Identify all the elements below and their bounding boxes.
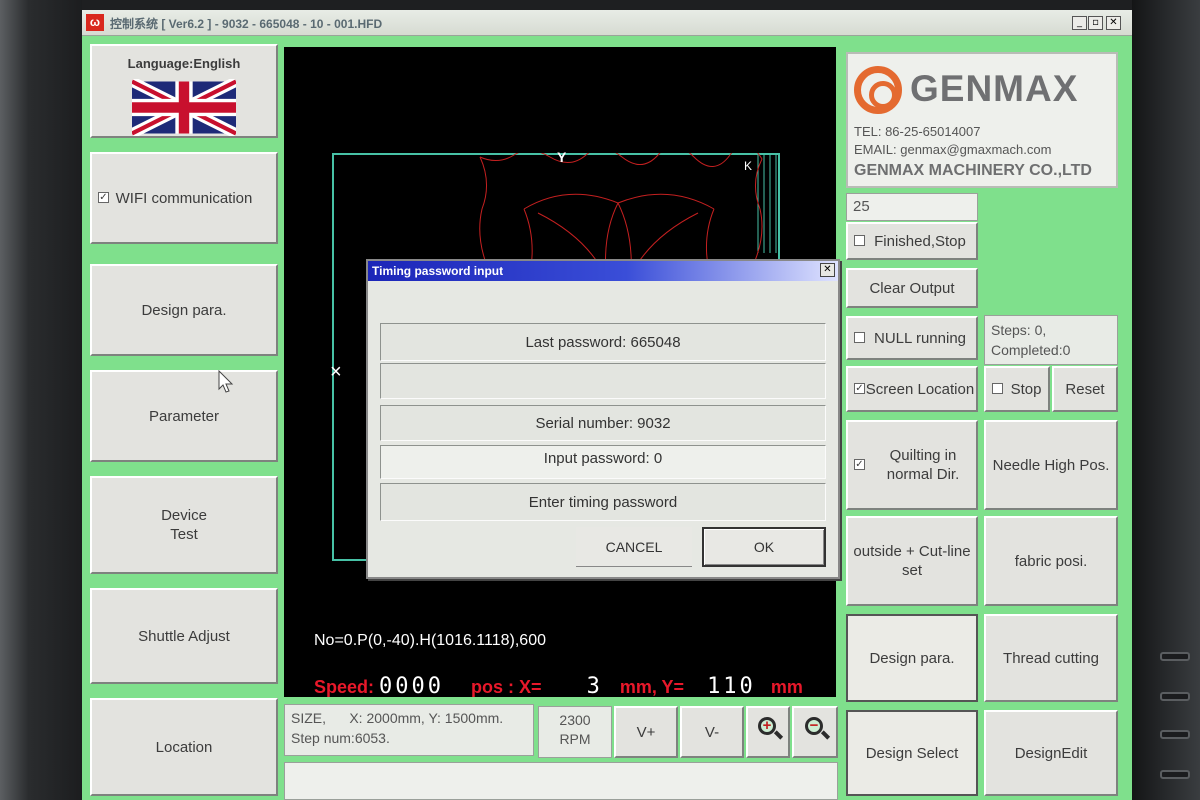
monitor-button[interactable] (1160, 770, 1190, 779)
bottom-status-strip (284, 762, 838, 800)
dialog-close-icon[interactable]: ✕ (820, 263, 835, 277)
counter-field[interactable]: 25 (846, 193, 978, 221)
thread-cutting-button[interactable]: Thread cutting (984, 614, 1118, 702)
monitor-button[interactable] (1160, 730, 1190, 739)
steps-text: Steps: 0, (991, 322, 1047, 338)
zoom-out-icon: − (805, 717, 823, 735)
screen: ω 控制系统 [ Ver6.2 ] - 9032 - 665048 - 10 -… (82, 10, 1132, 800)
k-marker: K (744, 159, 753, 173)
screen-location-checkbox[interactable]: ✓ (854, 383, 865, 394)
blank-row (380, 363, 826, 399)
finished-stop-label: Finished,Stop (874, 232, 966, 250)
null-running-checkbox[interactable] (854, 332, 865, 343)
stop-button[interactable]: Stop (984, 366, 1050, 412)
window-title: 控制系统 [ Ver6.2 ] - 9032 - 665048 - 10 - 0… (110, 17, 383, 31)
cancel-button[interactable]: CANCEL (576, 527, 692, 567)
app-logo-icon: ω (86, 14, 104, 31)
finished-stop-checkbox[interactable] (854, 235, 865, 246)
design-para-right-button[interactable]: Design para. (846, 614, 978, 702)
design-para-left-button[interactable]: Design para. (90, 264, 278, 356)
wifi-communication-button[interactable]: ✓ WIFI communication (90, 152, 278, 244)
y-axis-marker: Y (557, 149, 567, 165)
monitor-button[interactable] (1160, 652, 1190, 661)
mouse-cursor-icon (218, 370, 234, 393)
company-name: GENMAX MACHINERY CO.,LTD (854, 162, 1092, 179)
brand-name: GENMAX (910, 68, 1079, 109)
pos-x-value: 3 (586, 674, 603, 699)
window-titlebar: ω 控制系统 [ Ver6.2 ] - 9032 - 665048 - 10 -… (82, 10, 1132, 36)
steps-counter: Steps: 0, Completed:0 (984, 315, 1118, 365)
zoom-in-button[interactable]: + (746, 706, 790, 758)
monitor-bezel-left (0, 0, 82, 800)
maximize-icon[interactable]: ▫ (1088, 16, 1103, 30)
position-status-text: No=0.P(0,-40).H(1016.1118),600 (314, 632, 546, 649)
screen-location-label: Screen Location (865, 380, 975, 398)
speed-label: Speed: (314, 677, 375, 697)
quilting-label: Quilting in normal Dir. (886, 447, 960, 483)
clear-output-button[interactable]: Clear Output (846, 268, 978, 308)
close-icon[interactable]: ✕ (1106, 16, 1121, 30)
rpm-value: 2300 (559, 712, 591, 728)
pos-y-value: 110 (707, 674, 756, 699)
monitor-bezel-top (0, 0, 1200, 10)
null-running-button[interactable]: NULL running (846, 316, 978, 360)
quilting-normal-dir-button[interactable]: ✓ Quilting in normal Dir. (846, 420, 978, 510)
input-password-field[interactable]: Input password: 0 (380, 445, 826, 479)
monitor-bezel-right (1132, 0, 1200, 800)
location-button[interactable]: Location (90, 698, 278, 796)
stop-checkbox[interactable] (992, 383, 1003, 394)
wifi-checkbox[interactable]: ✓ (98, 192, 109, 203)
enter-timing-password-label: Enter timing password (380, 483, 826, 521)
design-edit-button[interactable]: DesignEdit (984, 710, 1118, 796)
stop-label: Stop (1010, 380, 1042, 398)
size-text: SIZE, X: 2000mm, Y: 1500mm. (291, 710, 504, 726)
language-button[interactable]: Language:English (90, 44, 278, 138)
tel-text: TEL: 86-25-65014007 (854, 124, 981, 139)
last-password-field: Last password: 665048 (380, 323, 826, 361)
x-origin-marker: × (330, 361, 342, 383)
speed-down-button[interactable]: V- (680, 706, 744, 758)
pos-y-label: mm, Y= (619, 677, 685, 697)
reset-button[interactable]: Reset (1052, 366, 1118, 412)
finished-stop-button[interactable]: Finished,Stop (846, 222, 978, 260)
monitor-button[interactable] (1160, 692, 1190, 701)
needle-high-pos-button[interactable]: Needle High Pos. (984, 420, 1118, 510)
mm-unit-label: mm (770, 677, 803, 697)
timing-password-dialog: Timing password input ✕ Last password: 6… (366, 259, 840, 579)
step-num-text: Step num:6053. (291, 730, 390, 746)
email-text: EMAIL: genmax@gmaxmach.com (854, 142, 1052, 157)
zoom-in-icon: + (758, 717, 776, 735)
wifi-label: WIFI communication (115, 189, 253, 207)
parameter-button[interactable]: Parameter (90, 370, 278, 462)
rpm-display: 2300 RPM (538, 706, 612, 758)
design-size-info: SIZE, X: 2000mm, Y: 1500mm. Step num:605… (284, 704, 534, 756)
pos-x-label: pos : X= (471, 677, 542, 697)
outside-cutline-set-button[interactable]: outside + Cut-line set (846, 516, 978, 606)
completed-text: Completed:0 (991, 342, 1071, 358)
speed-value: 0000 (379, 674, 445, 699)
speed-position-readout: Speed: 0000 pos : X= 3 mm, Y= 110 mm (314, 674, 803, 699)
speed-up-button[interactable]: V+ (614, 706, 678, 758)
fabric-posi-button[interactable]: fabric posi. (984, 516, 1118, 606)
genmax-logo-icon (854, 66, 902, 114)
genmax-logo-panel: GENMAX TEL: 86-25-65014007 EMAIL: genmax… (846, 52, 1118, 188)
zoom-out-button[interactable]: − (792, 706, 838, 758)
quilting-checkbox[interactable]: ✓ (854, 459, 865, 470)
minimize-icon[interactable]: _ (1072, 16, 1087, 30)
device-test-button[interactable]: Device Test (90, 476, 278, 574)
ok-button[interactable]: OK (702, 527, 826, 567)
uk-flag-icon (132, 79, 236, 136)
shuttle-adjust-button[interactable]: Shuttle Adjust (90, 588, 278, 684)
serial-number-field: Serial number: 9032 (380, 405, 826, 441)
screen-location-button[interactable]: ✓ Screen Location (846, 366, 978, 412)
design-select-button[interactable]: Design Select (846, 710, 978, 796)
null-running-label: NULL running (874, 329, 966, 347)
rpm-unit: RPM (559, 731, 591, 747)
dialog-title: Timing password input (368, 261, 838, 281)
language-label: Language:English (127, 56, 241, 71)
